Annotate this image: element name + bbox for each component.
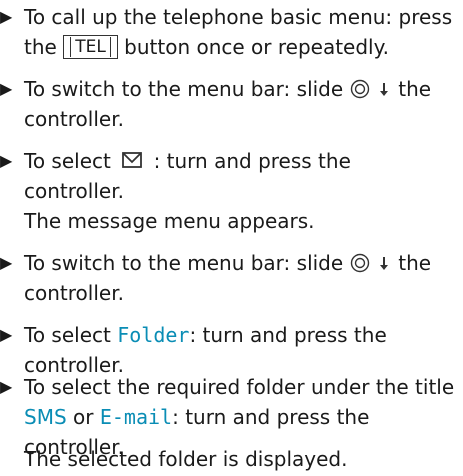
- step-2-text-b: the: [398, 77, 432, 101]
- step-2: ▶ To switch to the menu bar: slide the c…: [0, 74, 463, 134]
- bullet-icon: ▶: [0, 377, 13, 396]
- bullet-icon: ▶: [0, 7, 13, 26]
- step-4-text-b: the: [398, 251, 432, 275]
- envelope-icon: [122, 151, 143, 168]
- step-1-text: To call up the telephone basic menu: pre…: [24, 5, 453, 29]
- tel-key: TEL: [63, 34, 118, 59]
- step-5-text-b: : turn and press the: [189, 323, 387, 347]
- bullet-icon: ▶: [0, 151, 13, 170]
- instructions-page: ▶ To call up the telephone basic menu: p…: [0, 0, 463, 476]
- step-6-result-block: The selected folder is displayed.: [0, 444, 463, 474]
- arrow-down-icon: [379, 82, 388, 96]
- bullet-icon: ▶: [0, 325, 13, 344]
- controller-icon: [350, 79, 369, 98]
- step-2-text-2: controller.: [24, 107, 124, 131]
- sms-term: SMS: [24, 405, 67, 429]
- step-6-result: The selected folder is displayed.: [24, 447, 348, 471]
- step-3-result: The message menu appears.: [24, 209, 315, 233]
- step-3-text-2: controller.: [24, 179, 124, 203]
- step-4-text-2: controller.: [24, 281, 124, 305]
- step-6-text: To select the required folder under the …: [24, 375, 455, 399]
- step-4: ▶ To switch to the menu bar: slide the c…: [0, 248, 463, 308]
- bullet-icon: ▶: [0, 79, 13, 98]
- step-3-text-b: : turn and press the: [153, 149, 351, 173]
- step-1-text-2b: button once or repeatedly.: [117, 35, 389, 59]
- bullet-icon: ▶: [0, 253, 13, 272]
- step-2-text: To switch to the menu bar: slide: [24, 77, 350, 101]
- step-4-text: To switch to the menu bar: slide: [24, 251, 350, 275]
- tel-key-label: TEL: [70, 36, 111, 57]
- email-term: E-mail: [99, 405, 173, 429]
- step-3: ▶ To select : turn and press the control…: [0, 146, 463, 236]
- step-1-text-2a: the: [24, 35, 64, 59]
- step-6-or: or: [66, 405, 100, 429]
- step-5-text: To select: [24, 323, 118, 347]
- controller-icon: [350, 253, 369, 272]
- arrow-down-icon: [379, 256, 388, 270]
- step-1: ▶ To call up the telephone basic menu: p…: [0, 2, 463, 62]
- step-3-text: To select: [24, 149, 118, 173]
- step-6-text-2b: : turn and press the: [172, 405, 370, 429]
- step-5: ▶ To select Folder: turn and press the c…: [0, 320, 463, 380]
- folder-menu-term: Folder: [117, 323, 190, 347]
